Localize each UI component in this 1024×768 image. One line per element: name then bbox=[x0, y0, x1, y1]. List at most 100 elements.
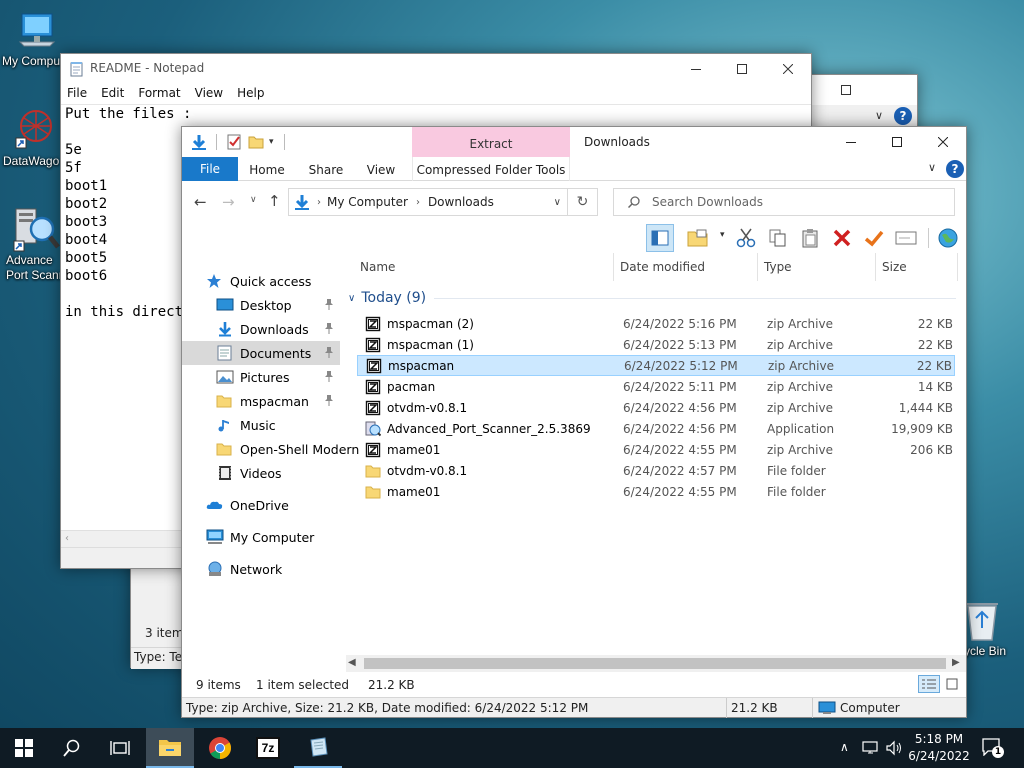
7zip-icon[interactable]: 7z bbox=[244, 728, 292, 768]
sidebar-item-desktop[interactable]: Desktop bbox=[182, 293, 340, 317]
notepad-menu-help[interactable]: Help bbox=[237, 86, 264, 104]
up-button[interactable]: ↑ bbox=[268, 192, 281, 210]
column-name[interactable]: Name bbox=[354, 253, 614, 281]
scrollbar-thumb[interactable] bbox=[364, 658, 946, 669]
table-row[interactable]: Advanced_Port_Scanner_2.5.3869 6/24/2022 … bbox=[357, 418, 955, 439]
table-row[interactable]: mspacman (2) 6/24/2022 5:16 PM zip Archive… bbox=[357, 313, 955, 334]
notepad-menu-format[interactable]: Format bbox=[138, 86, 180, 104]
sidebar-item-documents[interactable]: Documents bbox=[182, 341, 340, 365]
desktop-icon-recycle-bin[interactable]: ycle Bin bbox=[958, 598, 1024, 659]
network-tray-icon[interactable] bbox=[862, 740, 880, 756]
tray-chevron-up-icon[interactable]: ∧ bbox=[840, 740, 849, 754]
sidebar-item-mspacman[interactable]: mspacman bbox=[182, 389, 340, 413]
scroll-left-icon[interactable]: ◀ bbox=[348, 657, 356, 668]
help-icon[interactable]: ? bbox=[946, 160, 964, 178]
tab-compressed-folder-tools[interactable]: Compressed Folder Tools bbox=[412, 157, 570, 181]
refresh-button[interactable]: ↻ bbox=[568, 188, 598, 216]
task-view-icon[interactable] bbox=[96, 728, 144, 768]
sidebar-item-onedrive[interactable]: OneDrive bbox=[182, 493, 340, 517]
table-row[interactable]: otvdm-v0.8.1 6/24/2022 4:56 PM zip Archive… bbox=[357, 397, 955, 418]
globe-icon[interactable] bbox=[934, 224, 962, 252]
notification-icon[interactable]: 1 bbox=[982, 738, 1004, 758]
explorer-titlebar[interactable]: ▾ Extract Downloads bbox=[182, 127, 966, 157]
checkmark-icon[interactable] bbox=[860, 224, 888, 252]
breadcrumb-downloads[interactable]: Downloads bbox=[428, 195, 494, 209]
download-folder-icon[interactable] bbox=[190, 133, 208, 151]
notepad-menu-view[interactable]: View bbox=[195, 86, 223, 104]
sidebar-item-videos[interactable]: Videos bbox=[182, 461, 340, 485]
notepad-close-button[interactable] bbox=[765, 54, 811, 84]
table-row[interactable]: mame01 6/24/2022 4:55 PM File folder bbox=[357, 481, 955, 502]
context-tab-extract[interactable]: Extract bbox=[412, 127, 570, 157]
paste-icon[interactable] bbox=[796, 224, 824, 252]
desktop-icon-port-scanner[interactable]: Advance Port Scann bbox=[0, 205, 65, 283]
customize-toolbar-icon[interactable]: ▾ bbox=[269, 137, 274, 147]
scroll-right-icon[interactable]: ▶ bbox=[952, 657, 960, 668]
view-dropdown-icon[interactable]: ▾ bbox=[720, 230, 725, 240]
sidebar-item-quick-access[interactable]: Quick access bbox=[182, 269, 340, 293]
recent-locations-button[interactable]: ∨ bbox=[250, 195, 257, 205]
chevron-left-icon[interactable]: ‹ bbox=[65, 533, 69, 544]
table-row[interactable]: mspacman 6/24/2022 5:12 PM zip Archive 22 K… bbox=[357, 355, 955, 376]
notepad-menu-edit[interactable]: Edit bbox=[101, 86, 124, 104]
notepad-menu-file[interactable]: File bbox=[67, 86, 87, 104]
properties-icon[interactable] bbox=[225, 133, 243, 151]
cut-icon[interactable] bbox=[732, 224, 760, 252]
desktop-icon-my-computer[interactable]: My Compu bbox=[0, 8, 62, 69]
explorer-maximize-button[interactable] bbox=[874, 127, 920, 157]
view-folder-icon[interactable] bbox=[684, 224, 712, 252]
table-row[interactable]: mspacman (1) 6/24/2022 5:13 PM zip Archive… bbox=[357, 334, 955, 355]
tab-home[interactable]: Home bbox=[240, 157, 294, 181]
back-button[interactable]: ← bbox=[194, 193, 207, 211]
copy-icon[interactable] bbox=[764, 224, 792, 252]
search-icon[interactable] bbox=[48, 728, 96, 768]
explorer-window[interactable]: ▾ Extract Downloads File Home Share View… bbox=[181, 126, 967, 718]
notepad-minimize-button[interactable] bbox=[673, 54, 719, 84]
search-box[interactable]: Search Downloads bbox=[613, 188, 955, 216]
delete-icon[interactable] bbox=[828, 224, 856, 252]
rename-icon[interactable] bbox=[892, 224, 920, 252]
notepad-maximize-button[interactable] bbox=[719, 54, 765, 84]
forward-button[interactable]: → bbox=[222, 193, 235, 211]
column-date-modified[interactable]: Date modified bbox=[614, 253, 758, 281]
background-window-maximize-button[interactable] bbox=[823, 75, 869, 105]
file-explorer-icon[interactable] bbox=[146, 728, 194, 768]
ribbon-expand-icon[interactable]: ∨ bbox=[928, 161, 936, 174]
details-view-button[interactable] bbox=[918, 675, 940, 693]
table-row[interactable]: mame01 6/24/2022 4:55 PM zip Archive 206 KB bbox=[357, 439, 955, 460]
address-bar[interactable]: › My Computer › Downloads ∨ bbox=[288, 188, 568, 216]
notepad-titlebar[interactable]: README - Notepad bbox=[61, 54, 811, 84]
sidebar-item-pictures[interactable]: Pictures bbox=[182, 365, 340, 389]
sidebar-item-open-shell-modern[interactable]: Open-Shell Modern bbox=[182, 437, 359, 461]
clock-time: 5:18 PM bbox=[914, 732, 964, 746]
tab-file[interactable]: File bbox=[182, 157, 238, 181]
sidebar-item-music[interactable]: Music bbox=[182, 413, 340, 437]
sidebar-item-network[interactable]: Network bbox=[182, 557, 340, 581]
file-list-horizontal-scrollbar[interactable]: ◀ ▶ bbox=[346, 655, 966, 672]
table-row[interactable]: otvdm-v0.8.1 6/24/2022 4:57 PM File folder bbox=[357, 460, 955, 481]
breadcrumb-my-computer[interactable]: My Computer bbox=[327, 195, 408, 209]
new-folder-icon[interactable] bbox=[247, 133, 265, 151]
table-row[interactable]: pacman 6/24/2022 5:11 PM zip Archive 14 KB bbox=[357, 376, 955, 397]
column-type[interactable]: Type bbox=[758, 253, 876, 281]
desktop-icon-datawagon[interactable]: DataWago bbox=[0, 108, 60, 169]
clock[interactable]: 5:18 PM 6/24/2022 bbox=[908, 731, 970, 765]
help-icon[interactable]: ? bbox=[894, 107, 912, 125]
sidebar-item-my-computer[interactable]: My Computer bbox=[182, 525, 340, 549]
notepad-icon[interactable] bbox=[294, 728, 342, 768]
start-icon[interactable] bbox=[0, 728, 48, 768]
explorer-minimize-button[interactable] bbox=[828, 127, 874, 157]
chevron-down-icon[interactable]: ∨ bbox=[875, 109, 883, 122]
column-size[interactable]: Size bbox=[876, 253, 958, 281]
file-type: zip Archive bbox=[767, 337, 833, 352]
tab-view[interactable]: View bbox=[356, 157, 406, 181]
sidebar-item-downloads[interactable]: Downloads bbox=[182, 317, 340, 341]
address-dropdown-icon[interactable]: ∨ bbox=[554, 197, 561, 208]
chrome-icon[interactable] bbox=[196, 728, 244, 768]
large-icons-view-button[interactable] bbox=[943, 676, 961, 692]
tab-share[interactable]: Share bbox=[300, 157, 352, 181]
group-header[interactable]: ∨ Today (9) bbox=[348, 287, 960, 309]
volume-icon[interactable] bbox=[886, 740, 904, 756]
preview-pane-icon[interactable] bbox=[646, 224, 674, 252]
explorer-close-button[interactable] bbox=[920, 127, 966, 157]
